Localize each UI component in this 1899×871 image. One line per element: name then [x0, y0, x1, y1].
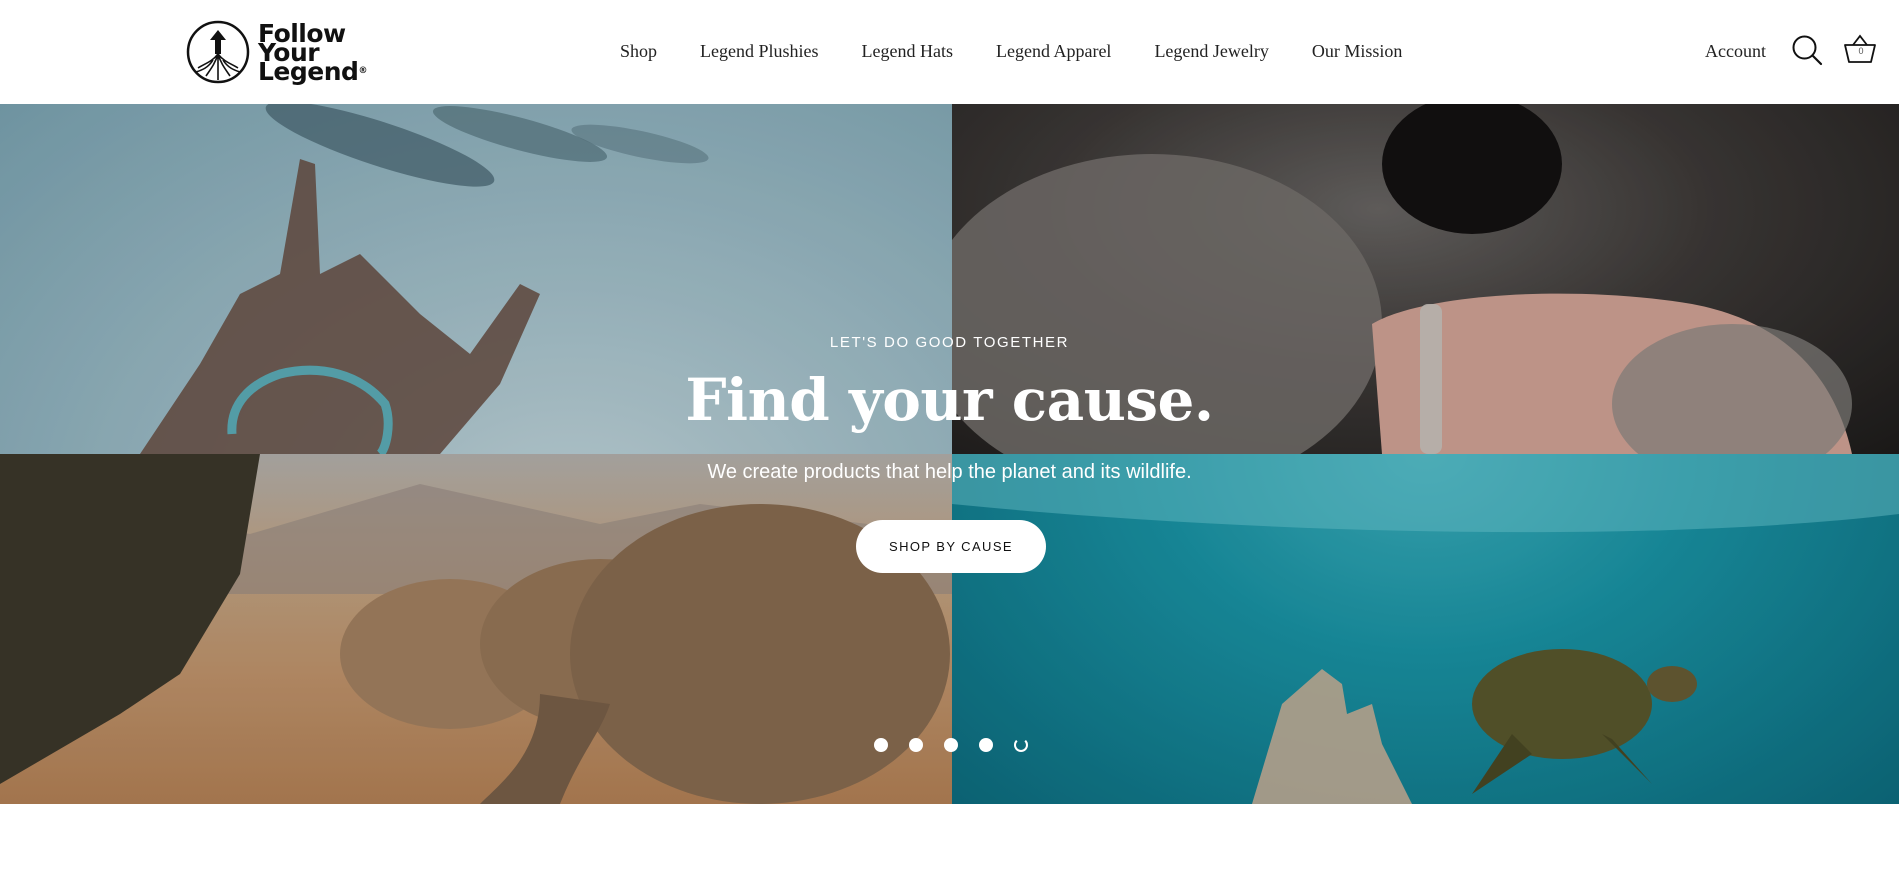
slideshow-pagination — [874, 738, 1028, 752]
hero-overlay — [0, 104, 1899, 804]
brand-wordmark: Follow Your Legend® — [258, 21, 367, 84]
nav-item-legend-apparel[interactable]: Legend Apparel — [996, 38, 1111, 66]
brand-logo[interactable]: Follow Your Legend® — [186, 18, 391, 86]
nav-item-shop[interactable]: Shop — [620, 38, 657, 66]
slide-dot-1[interactable] — [874, 738, 888, 752]
nav-item-legend-plushies[interactable]: Legend Plushies — [700, 38, 819, 66]
hero-slideshow: LET'S DO GOOD TOGETHER Find your cause. … — [0, 104, 1899, 804]
slide-dot-5-active[interactable] — [1014, 738, 1028, 752]
nav-item-legend-jewelry[interactable]: Legend Jewelry — [1154, 38, 1268, 66]
hero-subline: We create products that help the planet … — [707, 461, 1192, 483]
shop-by-cause-button[interactable]: SHOP BY CAUSE — [856, 520, 1046, 573]
cart-count-badge: 0 — [1858, 46, 1864, 56]
logo-line-3: Legend — [258, 56, 359, 86]
tree-roots-logo-icon — [186, 20, 250, 84]
slide-dot-4[interactable] — [979, 738, 993, 752]
nav-item-our-mission[interactable]: Our Mission — [1312, 38, 1403, 66]
slide-dot-2[interactable] — [909, 738, 923, 752]
hero-headline: Find your cause. — [685, 366, 1214, 434]
registered-mark: ® — [358, 65, 367, 76]
hero-eyebrow: LET'S DO GOOD TOGETHER — [829, 334, 1070, 351]
search-icon[interactable] — [1791, 34, 1823, 66]
slide-dot-3[interactable] — [944, 738, 958, 752]
site-header: Follow Your Legend® Shop Legend Plushies… — [0, 0, 1899, 104]
account-link[interactable]: Account — [1705, 38, 1766, 64]
main-nav: Shop Legend Plushies Legend Hats Legend … — [620, 38, 1402, 66]
nav-item-legend-hats[interactable]: Legend Hats — [862, 38, 953, 66]
